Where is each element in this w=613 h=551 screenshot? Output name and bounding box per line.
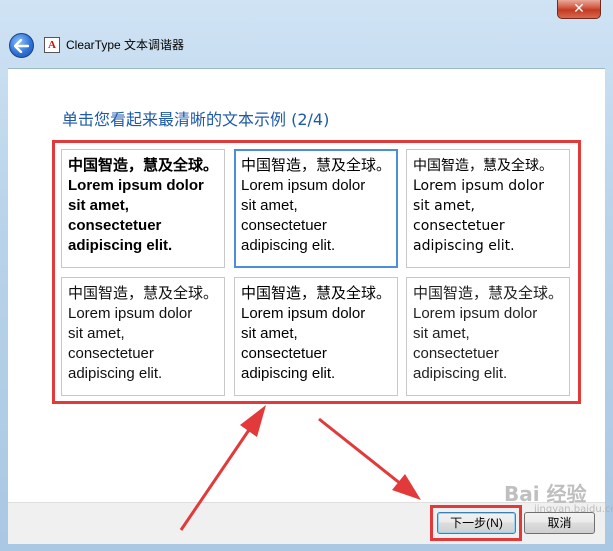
arrow-to-next-button-icon — [318, 417, 421, 500]
annotation-arrows — [179, 405, 421, 531]
arrow-to-samples-icon — [179, 405, 266, 531]
